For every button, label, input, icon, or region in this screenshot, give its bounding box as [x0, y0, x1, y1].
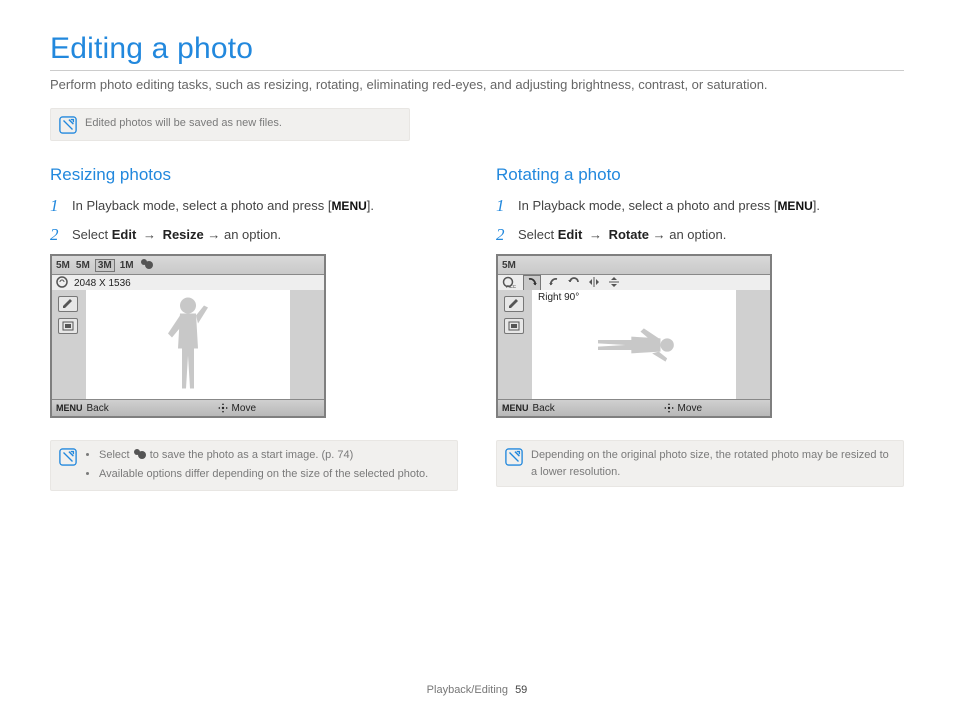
columns: Resizing photos 1 In Playback mode, sele…	[50, 165, 904, 491]
col-right: Rotating a photo 1 In Playback mode, sel…	[496, 165, 904, 491]
top-note-text: Edited photos will be saved as new files…	[85, 115, 399, 132]
right-step-2: 2 Select Edit → Rotate → an option.	[496, 226, 904, 245]
res-option: 1M	[120, 260, 134, 271]
heading-resizing: Resizing photos	[50, 165, 458, 185]
res-option: 5M	[56, 260, 70, 271]
step-number: 2	[50, 226, 64, 245]
rotate-off-icon: OFF	[502, 276, 516, 291]
rotate-topbar: 5M	[498, 256, 770, 275]
res-option: 5M	[76, 260, 90, 271]
page-title: Editing a photo	[50, 32, 904, 66]
col-left: Resizing photos 1 In Playback mode, sele…	[50, 165, 458, 491]
step-text: In Playback mode, select a photo and pre…	[72, 197, 374, 215]
right-step-1: 1 In Playback mode, select a photo and p…	[496, 197, 904, 216]
back-label: Back	[533, 403, 555, 414]
step-text: In Playback mode, select a photo and pre…	[518, 197, 820, 215]
frame-icon	[58, 318, 78, 334]
move-label: Move	[232, 403, 256, 414]
top-note: Edited photos will be saved as new files…	[50, 108, 410, 141]
move-icon	[218, 403, 228, 413]
left-note-body: Select to save the photo as a start imag…	[85, 447, 447, 484]
move-label: Move	[678, 403, 702, 414]
right-note: Depending on the original photo size, th…	[496, 440, 904, 487]
person-silhouette	[158, 294, 218, 397]
menu-button-label: MENU	[331, 199, 366, 213]
rotate-label: Right 90°	[538, 292, 579, 303]
right-note-text: Depending on the original photo size, th…	[531, 447, 893, 480]
left-note: Select to save the photo as a start imag…	[50, 440, 458, 491]
res-readout: 5M	[502, 260, 516, 271]
pencil-icon	[58, 296, 78, 312]
menu-glyph: MENU	[56, 403, 83, 413]
back-label: Back	[87, 403, 109, 414]
cam-body	[52, 290, 324, 400]
svg-text:OFF: OFF	[506, 285, 516, 288]
cam-footer: MENU Back Move	[52, 399, 324, 416]
pencil-icon	[504, 296, 524, 312]
left-note-li1: Select to save the photo as a start imag…	[99, 447, 447, 464]
page: Editing a photo Perform photo editing ta…	[0, 0, 954, 720]
menu-button-label: MENU	[777, 199, 812, 213]
footer-section: Playback/Editing	[427, 684, 508, 696]
step-number: 2	[496, 226, 510, 245]
res-option-selected: 3M	[96, 260, 114, 271]
heading-rotating: Rotating a photo	[496, 165, 904, 185]
cam-left-icons	[58, 296, 78, 334]
menu-glyph: MENU	[502, 403, 529, 413]
note-icon	[59, 116, 77, 134]
step-number: 1	[50, 197, 64, 216]
resize-resolution-bar: 5M 5M 3M 1M	[52, 256, 324, 275]
intro-text: Perform photo editing tasks, such as res…	[50, 77, 904, 92]
start-image-icon	[133, 448, 147, 460]
start-image-icon	[140, 258, 154, 273]
rotate-left-90-icon	[548, 276, 560, 291]
size-icon	[56, 276, 68, 291]
flip-vertical-icon	[608, 276, 620, 291]
move-icon	[664, 403, 674, 413]
person-silhouette-rotated	[590, 320, 679, 370]
rotate-right-90-icon	[524, 276, 540, 291]
cam-body: Right 90°	[498, 290, 770, 400]
title-rule	[50, 70, 904, 71]
mask-right	[290, 290, 324, 400]
left-note-li2: Available options differ depending on th…	[99, 466, 447, 483]
rotate-180-icon	[568, 276, 580, 291]
note-icon	[505, 448, 523, 466]
footer-page-number: 59	[511, 684, 527, 696]
step-number: 1	[496, 197, 510, 216]
size-text: 2048 X 1536	[74, 278, 131, 289]
note-icon	[59, 448, 77, 466]
step-text: Select Edit → Resize → an option.	[72, 226, 281, 244]
camera-screen-resize: 5M 5M 3M 1M 2048 X 1536	[50, 254, 326, 418]
cam-footer: MENU Back Move	[498, 399, 770, 416]
cam-left-icons	[504, 296, 524, 334]
camera-screen-rotate: 5M OFF Right 90°	[496, 254, 772, 418]
left-step-1: 1 In Playback mode, select a photo and p…	[50, 197, 458, 216]
left-step-2: 2 Select Edit → Resize → an option.	[50, 226, 458, 245]
mask-right	[736, 290, 770, 400]
page-footer: Playback/Editing 59	[0, 684, 954, 696]
step-text: Select Edit → Rotate → an option.	[518, 226, 726, 244]
flip-horizontal-icon	[588, 276, 600, 291]
frame-icon	[504, 318, 524, 334]
